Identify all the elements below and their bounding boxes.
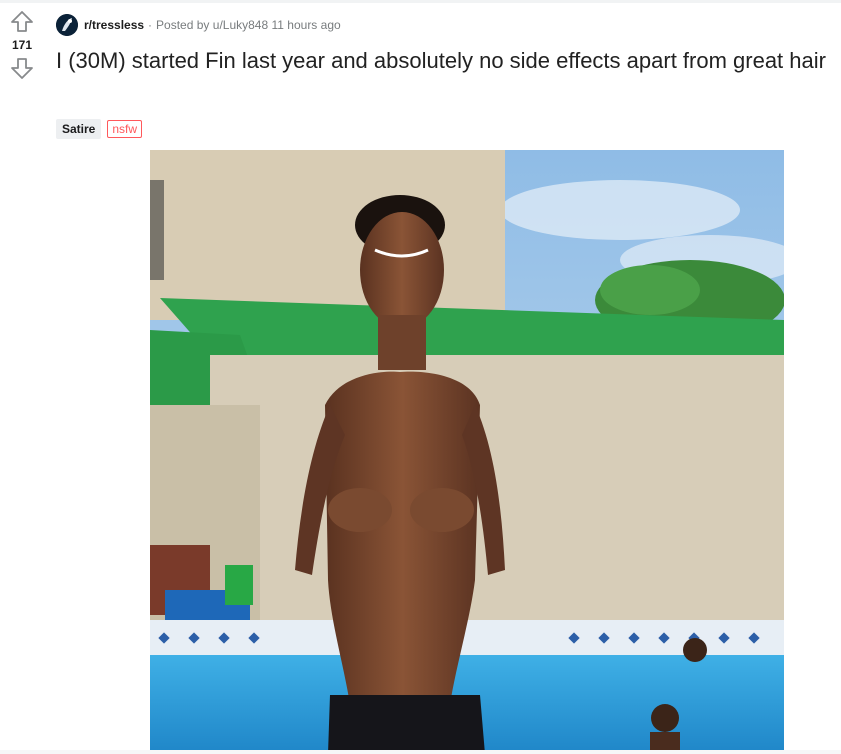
upvote-button[interactable] — [10, 10, 34, 34]
post-title[interactable]: I (30M) started Fin last year and absolu… — [56, 47, 826, 75]
arrow-up-icon — [11, 11, 33, 32]
flair-row: Satire nsfw — [56, 119, 143, 139]
arrow-down-icon — [11, 58, 33, 79]
subreddit-avatar[interactable] — [56, 14, 78, 36]
bottom-edge — [0, 750, 841, 754]
meta-separator: · — [148, 18, 153, 32]
author-link[interactable]: u/Luky848 — [213, 18, 268, 32]
post-age[interactable]: 11 hours ago — [272, 18, 341, 32]
post-meta: r/tressless · Posted by u/Luky848 11 hou… — [56, 13, 341, 37]
post-image[interactable] — [150, 150, 784, 754]
nsfw-badge: nsfw — [107, 120, 143, 138]
post-photo — [150, 150, 784, 754]
flair-satire[interactable]: Satire — [56, 119, 102, 139]
vote-count: 171 — [11, 38, 33, 52]
subreddit-link[interactable]: r/tressless — [84, 18, 144, 32]
vote-column: 171 — [0, 10, 44, 80]
top-edge — [0, 0, 841, 3]
downvote-button[interactable] — [10, 56, 34, 80]
posted-by-label: Posted by — [156, 18, 210, 32]
